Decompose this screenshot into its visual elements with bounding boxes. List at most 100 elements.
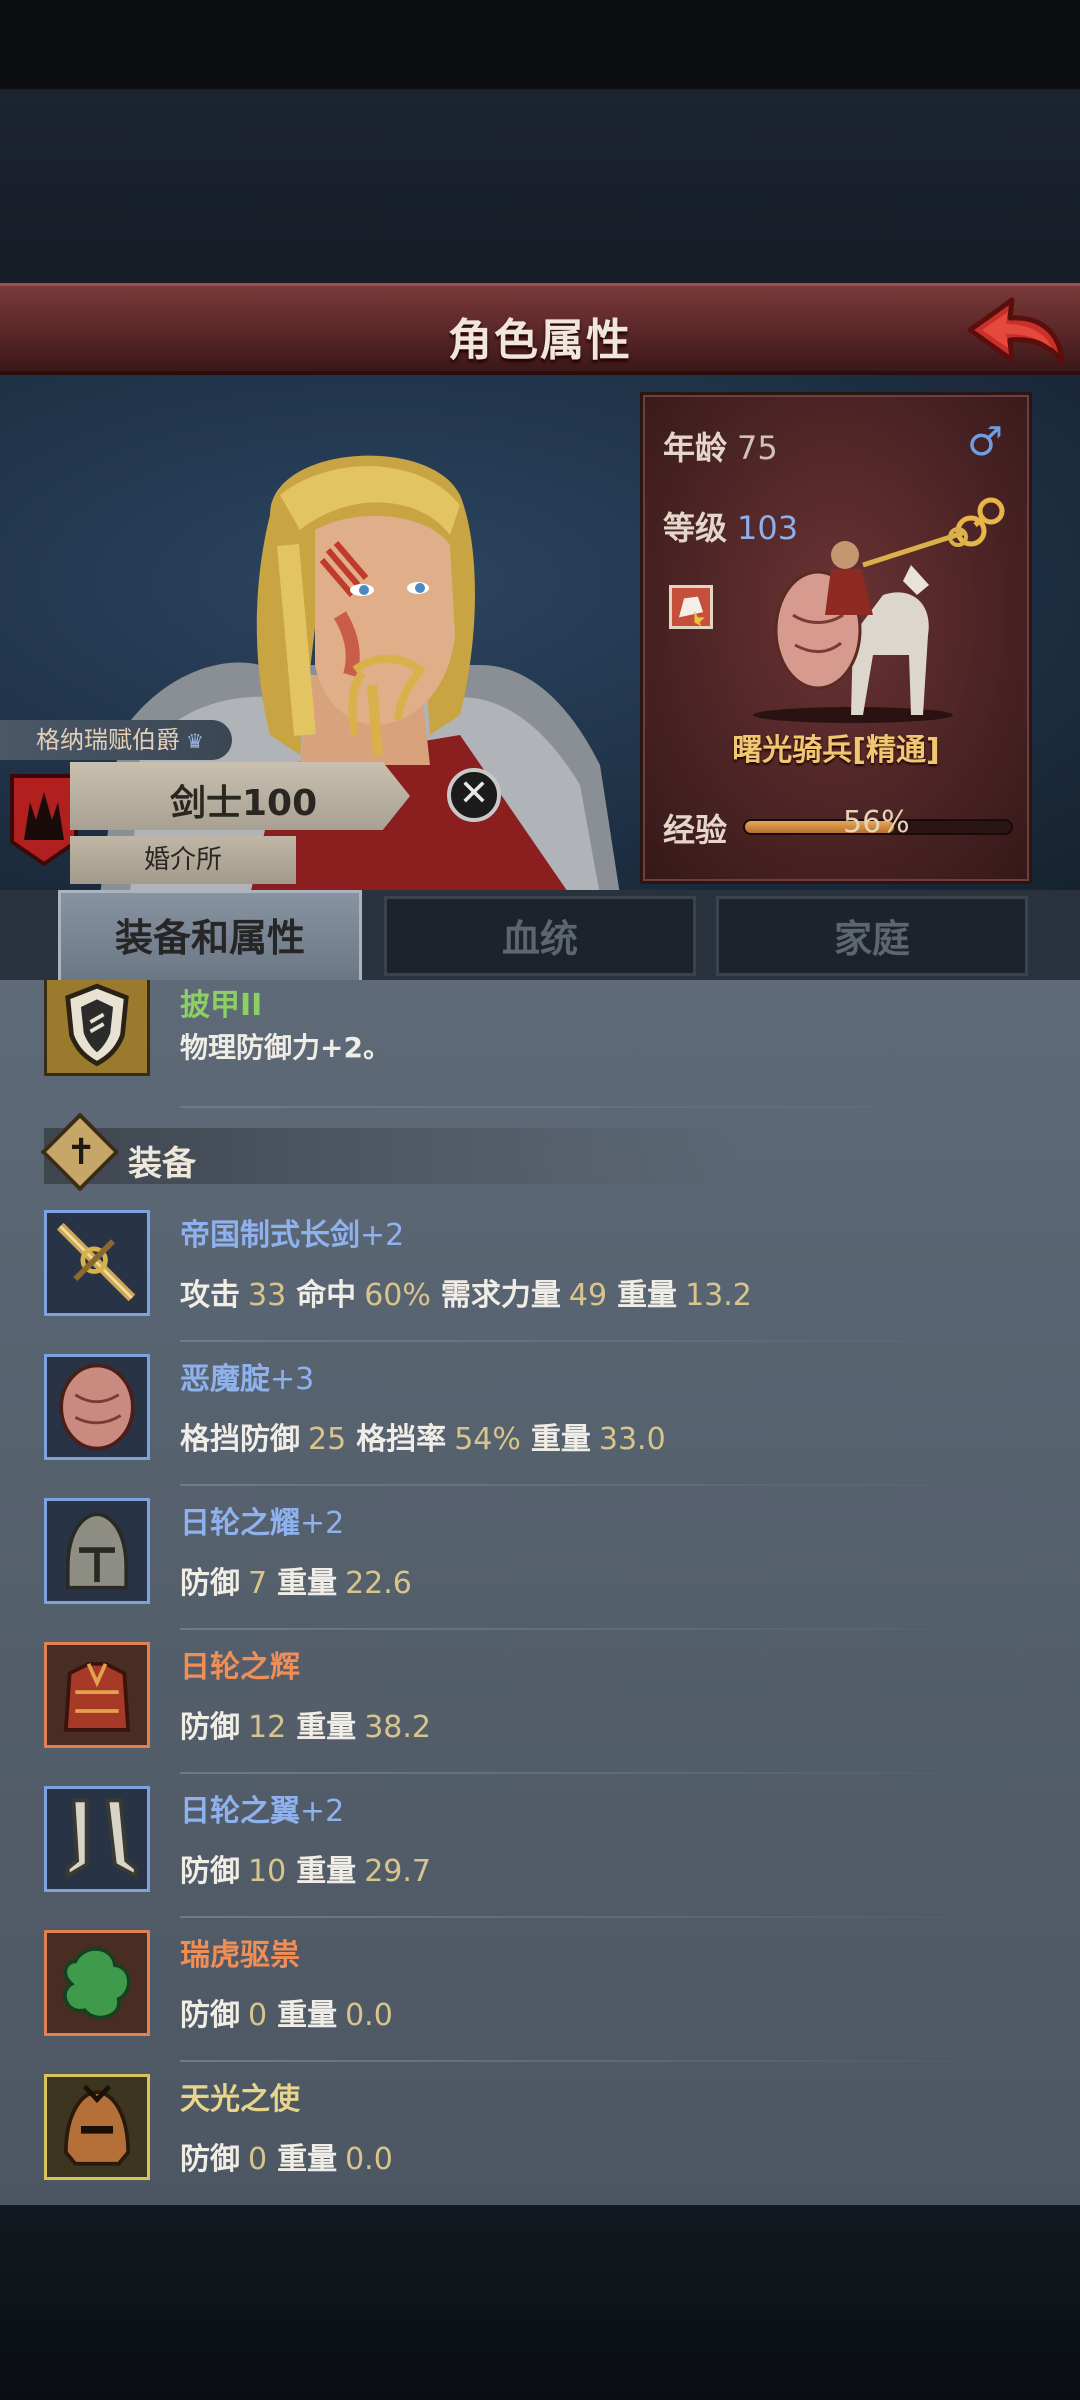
back-arrow-icon[interactable] bbox=[960, 292, 1070, 374]
stat-label: 需求力量 bbox=[440, 1278, 561, 1313]
equipment-name: 帝国制式长剑+2 bbox=[180, 1210, 404, 1254]
equipment-icon-box bbox=[44, 1930, 150, 2036]
stat-value: 7 bbox=[248, 1566, 268, 1601]
stat-value: 49 bbox=[568, 1278, 608, 1313]
stat-value: 0 bbox=[248, 2142, 268, 2177]
info-panel: 年龄 75 ♂ 等级 103 曙光骑兵[精通] 经验 56% bbox=[640, 392, 1032, 884]
round-shield-icon bbox=[47, 1363, 147, 1461]
equipment-name-main: 天光之使 bbox=[180, 2082, 300, 2117]
equipment-stats: 防御 0 重量 0.0 bbox=[180, 2134, 403, 2178]
equipment-stats: 格挡防御 25 格挡率 54% 重量 33.0 bbox=[180, 1414, 676, 1458]
unit-name: 曙光骑兵[精通] bbox=[732, 733, 940, 768]
section-label: 装备 bbox=[128, 1144, 196, 1184]
tab-family[interactable]: 家庭 bbox=[716, 896, 1028, 976]
equipment-item[interactable]: 瑞虎驱祟 防御 0 重量 0.0 bbox=[0, 1930, 1080, 2074]
unit-knight-icon bbox=[753, 527, 968, 723]
chest-armor-icon bbox=[47, 1661, 147, 1749]
stat-value: 33 bbox=[248, 1278, 287, 1313]
equipment-item[interactable]: 日轮之翼+2 防御 10 重量 29.7 bbox=[0, 1786, 1080, 1930]
exp-label: 经验 bbox=[663, 811, 728, 849]
horse-helm-icon bbox=[47, 2084, 147, 2181]
equipment-section-header: ✝ 装备 bbox=[40, 1112, 734, 1192]
crown-icon: ♛ bbox=[186, 729, 204, 753]
equipment-item[interactable]: 日轮之辉防御 12 重量 38.2 bbox=[0, 1642, 1080, 1786]
equipment-enhance-level: +2 bbox=[300, 1506, 345, 1541]
stat-value: 0.0 bbox=[345, 1998, 393, 2033]
cross-icon: ✝ bbox=[66, 1132, 97, 1173]
divider bbox=[180, 1484, 1010, 1486]
stat-value: 29.7 bbox=[364, 1854, 431, 1889]
stat-label: 重量 bbox=[277, 1998, 338, 2033]
stat-value: 60% bbox=[364, 1278, 431, 1313]
equipment-stats: 防御 7 重量 22.6 bbox=[180, 1558, 422, 1602]
tab-equipment-attributes[interactable]: 装备和属性 bbox=[58, 890, 362, 980]
equipment-stats: 防御 0 重量 0.0 bbox=[180, 1990, 403, 2034]
equipment-name-main: 日轮之耀 bbox=[180, 1506, 300, 1541]
stat-label: 重量 bbox=[617, 1278, 678, 1313]
equipment-item[interactable]: 帝国制式长剑+2 攻击 33 命中 60% 需求力量 49 重量 13.2 bbox=[0, 1210, 1080, 1354]
stat-label: 重量 bbox=[296, 1854, 357, 1889]
jade-amulet-icon bbox=[47, 1947, 147, 2037]
equipment-stats: 防御 10 重量 29.7 bbox=[180, 1846, 441, 1890]
age-row: 年龄 75 bbox=[663, 423, 778, 469]
equipment-item[interactable]: 天光之使防御 0 重量 0.0 bbox=[0, 2074, 1080, 2205]
shield-icon bbox=[65, 983, 129, 1067]
equipment-icon-box bbox=[44, 1786, 150, 1892]
equipment-name: 日轮之耀+2 bbox=[180, 1498, 344, 1542]
equipment-name: 日轮之辉 bbox=[180, 1642, 300, 1686]
equipment-name-main: 日轮之辉 bbox=[180, 1650, 300, 1685]
stat-value: 22.6 bbox=[345, 1566, 412, 1601]
armor-trait-row[interactable]: 披甲II 物理防御力+2。 bbox=[0, 980, 1080, 1108]
stat-label: 防御 bbox=[180, 1566, 240, 1601]
close-icon[interactable]: ✕ bbox=[447, 768, 501, 822]
stat-label: 重量 bbox=[277, 2142, 338, 2177]
equipment-name-main: 日轮之翼 bbox=[180, 1794, 300, 1829]
equipment-content[interactable]: 披甲II 物理防御力+2。 ✝ 装备 帝国制式长剑+2 攻击 33 命中 60% 需求力量… bbox=[0, 980, 1080, 2205]
stat-label: 防御 bbox=[180, 1710, 240, 1745]
divider bbox=[180, 1106, 1010, 1108]
armor-trait-desc: 物理防御力+2。 bbox=[180, 1031, 391, 1064]
stat-value: 54% bbox=[454, 1422, 521, 1457]
equipment-item[interactable]: 日轮之耀+2 防御 7 重量 22.6 bbox=[0, 1498, 1080, 1642]
divider bbox=[180, 1916, 1010, 1918]
helmet-icon bbox=[47, 1512, 147, 1605]
skill-badge-icon[interactable] bbox=[669, 585, 713, 629]
nobility-title-text: 格纳瑞赋伯爵 bbox=[36, 726, 180, 754]
greaves-icon bbox=[47, 1798, 147, 1893]
stat-label: 防御 bbox=[180, 1998, 240, 2033]
equipment-enhance-level: +2 bbox=[300, 1794, 345, 1829]
male-gender-icon: ♂ bbox=[967, 419, 1003, 465]
divider bbox=[180, 2060, 1010, 2062]
equipment-icon-box bbox=[44, 1642, 150, 1748]
tab-bloodline[interactable]: 血统 bbox=[384, 896, 696, 976]
divider bbox=[180, 1628, 1010, 1630]
stat-label: 命中 bbox=[296, 1278, 357, 1313]
stat-value: 0 bbox=[248, 1998, 268, 2033]
stat-value: 12 bbox=[248, 1710, 287, 1745]
equipment-name-main: 帝国制式长剑 bbox=[180, 1218, 360, 1253]
equipment-icon-box bbox=[44, 1354, 150, 1460]
stat-label: 攻击 bbox=[180, 1278, 240, 1313]
armor-trait-icon-box bbox=[44, 980, 150, 1076]
divider bbox=[180, 1340, 1010, 1342]
equipment-stats: 攻击 33 命中 60% 需求力量 49 重量 13.2 bbox=[180, 1270, 762, 1314]
equipment-item[interactable]: 恶魔腚+3 格挡防御 25 格挡率 54% 重量 33.0 bbox=[0, 1354, 1080, 1498]
character-attributes-screen: 角色属性 格纳瑞赋伯爵 ♛ 剑士100 婚介所 ✕ 年龄 75 ♂ 等级 103… bbox=[0, 0, 1080, 2400]
nobility-title-tag: 格纳瑞赋伯爵 ♛ bbox=[0, 720, 232, 760]
divider bbox=[180, 1772, 1010, 1774]
stat-label: 格挡率 bbox=[356, 1422, 447, 1457]
bottom-bar bbox=[0, 2205, 1080, 2400]
stat-value: 0.0 bbox=[345, 2142, 393, 2177]
equipment-enhance-level: +3 bbox=[270, 1362, 315, 1397]
stat-label: 防御 bbox=[180, 2142, 240, 2177]
stat-label: 重量 bbox=[296, 1710, 357, 1745]
title-bar: 角色属性 bbox=[0, 283, 1080, 375]
stat-value: 33.0 bbox=[598, 1422, 666, 1457]
page-title: 角色属性 bbox=[448, 315, 632, 366]
class-plate: 剑士100 bbox=[70, 762, 410, 830]
equipment-icon-box bbox=[44, 2074, 150, 2180]
house-plate[interactable]: 婚介所 bbox=[70, 836, 296, 884]
stat-value: 38.2 bbox=[364, 1710, 431, 1745]
equipment-name: 日轮之翼+2 bbox=[180, 1786, 344, 1830]
tab-bar: 装备和属性 血统 家庭 bbox=[0, 890, 1080, 980]
